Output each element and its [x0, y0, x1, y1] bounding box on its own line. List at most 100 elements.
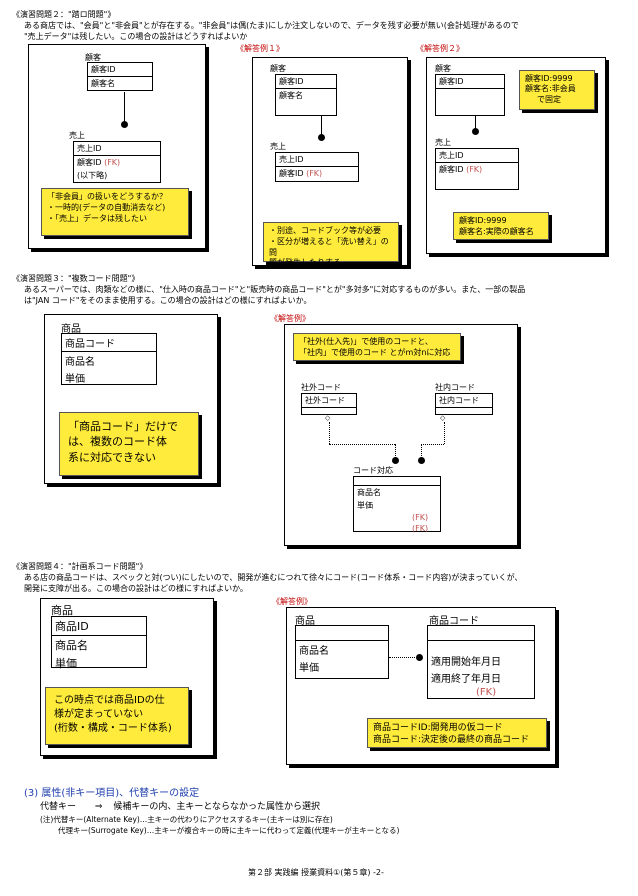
relation-line: [329, 444, 395, 445]
ex2-answer1-frame: 顧客 顧客ID 顧客名 売上 売上ID 顧客ID (FK) ・別途、コードブック…: [252, 57, 408, 267]
relation-line: [124, 92, 125, 122]
relation-dot: [418, 457, 425, 464]
product-entity: 商品コード 商品名 単価: [61, 333, 157, 385]
relation-dot: [121, 121, 128, 128]
ex4-desc-1: ある店の商品コードは、スペックと対(つい)にしたいので、開発が進むにつれて徐々に…: [24, 573, 523, 582]
sales-entity-title: 売上: [270, 142, 286, 151]
valid-from-field: 適用開始年月日: [431, 657, 501, 668]
arrow-icon: ⇒: [94, 802, 103, 812]
customer-entity: 顧客ID 顧客名: [275, 74, 337, 116]
relation-line: [395, 444, 396, 458]
relation-line: [444, 422, 445, 444]
ex2-question-frame: 顧客 顧客ID 顧客名 売上 売上ID 顧客ID (FK) (以下略) 「非会員…: [28, 44, 206, 249]
ex3-desc-2: は"JAN コード"をそのまま使用する。この場合の設計はどの様にすればよいか。: [24, 296, 312, 305]
note-line: 「社外(仕入先)」で使用のコードと、: [299, 337, 433, 346]
code-mapping-key: [354, 477, 440, 486]
customer-id-field: 顧客ID: [436, 75, 504, 89]
ex2-answer1-note: ・別途、コードブック等が必要 ・区分が増えると「洗い替え」の問 題が発生したりす…: [263, 222, 399, 267]
ex3-title: 《演習問題３："複数コード問題"》: [12, 274, 140, 283]
product-entity: 商品ID 商品名 単価: [51, 616, 147, 670]
sales-entity: 売上ID 顧客ID (FK): [435, 148, 519, 190]
note-line: ・区分が増えると「洗い替え」の問: [269, 236, 389, 257]
ex4-question-note: この時点では商品IDの仕 様が定まっていない (桁数・構成・コード体系): [45, 687, 189, 745]
internal-code-entity-title: 社内コード: [435, 383, 475, 392]
ex3-question-frame: 商品 商品コード 商品名 単価 「商品コード」だけで は、複数のコード体 系に対…: [44, 314, 218, 484]
sales-customer-id-field: 顧客ID: [279, 169, 304, 178]
note-line: 顧客名:実際の顧客名: [459, 226, 534, 236]
sales-id-field: 売上ID: [74, 142, 160, 156]
ex3-answer-label: 《解答例》: [270, 314, 310, 323]
fk-label: (FK): [306, 169, 323, 178]
code-mapping-entity-title: コード対応: [353, 466, 393, 475]
valid-to-field: 適用終了年月日: [431, 674, 501, 685]
unit-price-field: 単価: [55, 657, 77, 670]
fk-label: (FK): [412, 513, 429, 522]
relation-dot: [416, 654, 423, 661]
fk-label: (FK): [476, 687, 497, 698]
alt-key-line: 代替キー ⇒ 候補キーの内、主キーとならなかった属性から選択: [40, 802, 320, 813]
ex2-answer2-note-1: 顧客ID:9999 顧客名:非会員 で固定: [519, 70, 595, 110]
note-line: 題が発生したりする: [269, 258, 341, 268]
relation-dot: [472, 128, 479, 135]
sales-id-field: 売上ID: [436, 149, 518, 163]
code-mapping-entity: 商品名 単価 (FK) (FK): [353, 476, 441, 533]
note-line: 商品コード:決定後の最終の商品コード: [373, 735, 530, 746]
product-entity: 商品名 単価: [295, 625, 389, 679]
ex3-answer-frame: 「社外(仕入先)」で使用のコードと、 「社内」で使用のコード とがm対nに対応 …: [284, 324, 518, 546]
note-line: 顧客名:非会員: [525, 84, 576, 94]
external-code-entity-title: 社外コード: [301, 383, 341, 392]
ex3-question-note: 「商品コード」だけで は、複数のコード体 系に対応できない: [59, 412, 199, 476]
note-line: この時点では商品IDの仕: [54, 695, 165, 706]
ex4-answer-label: 《解答例》: [272, 597, 312, 606]
unit-price-field: 単価: [357, 501, 373, 510]
sales-entity: 売上ID 顧客ID (FK) (以下略): [73, 141, 161, 183]
section-3-heading: (3) 属性(非キー項目)、代替キーの設定: [24, 788, 200, 799]
ex3-answer-note: 「社外(仕入先)」で使用のコードと、 「社内」で使用のコード とがm対nに対応: [293, 333, 461, 361]
ex4-title: 《演習問題４："計画系コード問題"》: [12, 562, 148, 571]
ex3-desc-1: あるスーパーでは、肉類などの様に、"仕入時の商品コード"と"販売時の商品コード"…: [24, 285, 526, 294]
note-line: 「商品コード」だけで: [68, 420, 178, 433]
relation-line: [421, 444, 422, 458]
sales-etc-field: (以下略): [77, 171, 108, 180]
note-line: ・別途、コードブック等が必要: [269, 226, 381, 235]
note-line: 系に対応できない: [68, 450, 156, 464]
unit-price-field: 単価: [65, 374, 85, 385]
ex2-answer2-frame: 顧客 顧客ID 売上 売上ID 顧客ID (FK) 顧客ID:9999 顧客名:…: [426, 57, 606, 254]
sales-id-field: 売上ID: [276, 153, 358, 167]
note-line: 様が定まっていない: [54, 709, 144, 720]
product-code-key: [428, 626, 534, 641]
note-line: は、複数のコード体: [68, 435, 167, 449]
customer-name-field: 顧客名: [91, 79, 115, 88]
ex2-answer2-label: 《解答例２》: [416, 44, 464, 53]
relation-dot: [392, 457, 399, 464]
external-code-entity: 社外コード: [301, 393, 357, 415]
note-line: ・一時的(データの自動消去など): [47, 202, 166, 212]
fk-label: (FK): [412, 524, 429, 533]
note-line: 商品コードID:開発用の仮コード: [373, 723, 503, 733]
relation-line: [329, 422, 330, 444]
ex2-answer1-label: 《解答例１》: [236, 44, 284, 53]
surrogate-key-note: 代理キー(Surrogate Key)…主キーが複合キーの時に主キーに代わって定…: [58, 826, 400, 835]
customer-entity-title: 顧客: [435, 64, 451, 73]
external-code-field: 社外コード: [302, 394, 356, 408]
product-id-field: 商品ID: [52, 617, 146, 636]
alt-key-term: 代替キー: [40, 802, 77, 812]
customer-name-field: 顧客名: [279, 91, 303, 100]
note-line: 「非会員」の扱いをどうするか？: [47, 192, 167, 201]
page-footer: 第２部 実践編 授業資料①(第５章) -2-: [248, 868, 384, 877]
product-name-field: 商品名: [299, 646, 329, 657]
sales-customer-id-field: 顧客ID: [77, 158, 102, 167]
alt-key-definition: 候補キーの内、主キーとならなかった属性から選択: [113, 802, 321, 812]
customer-entity-title: 顧客: [270, 64, 286, 73]
relation-line: [389, 657, 415, 658]
customer-entity: 顧客ID 顧客名: [87, 62, 153, 91]
note-line: 顧客ID:9999: [525, 74, 573, 83]
product-key: [296, 626, 388, 641]
fk-label: (FK): [104, 158, 121, 167]
relation-line: [321, 116, 322, 136]
note-line: 顧客ID:9999: [459, 216, 507, 225]
internal-code-field: 社内コード: [436, 394, 492, 408]
customer-entity: 顧客ID: [435, 74, 505, 116]
ex4-answer-note: 商品コードID:開発用の仮コード 商品コード:決定後の最終の商品コード: [367, 718, 547, 748]
product-code-field: 商品コード: [62, 334, 156, 352]
